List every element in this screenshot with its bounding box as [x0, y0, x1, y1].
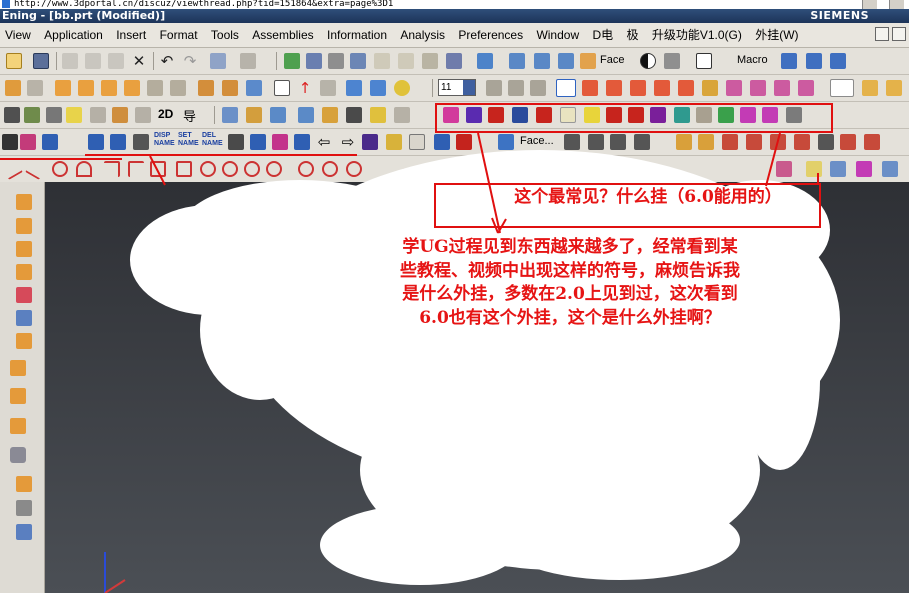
forum-question-text: 学UG过程见到东西越来越多了，经常看到某些教程、视频中出现这样的符号，麻烦告诉我… — [400, 237, 740, 328]
csys-triad-icon — [104, 552, 126, 593]
plugin-question-note: 这个最常见？什么挂（6.0能用的） — [514, 187, 782, 207]
